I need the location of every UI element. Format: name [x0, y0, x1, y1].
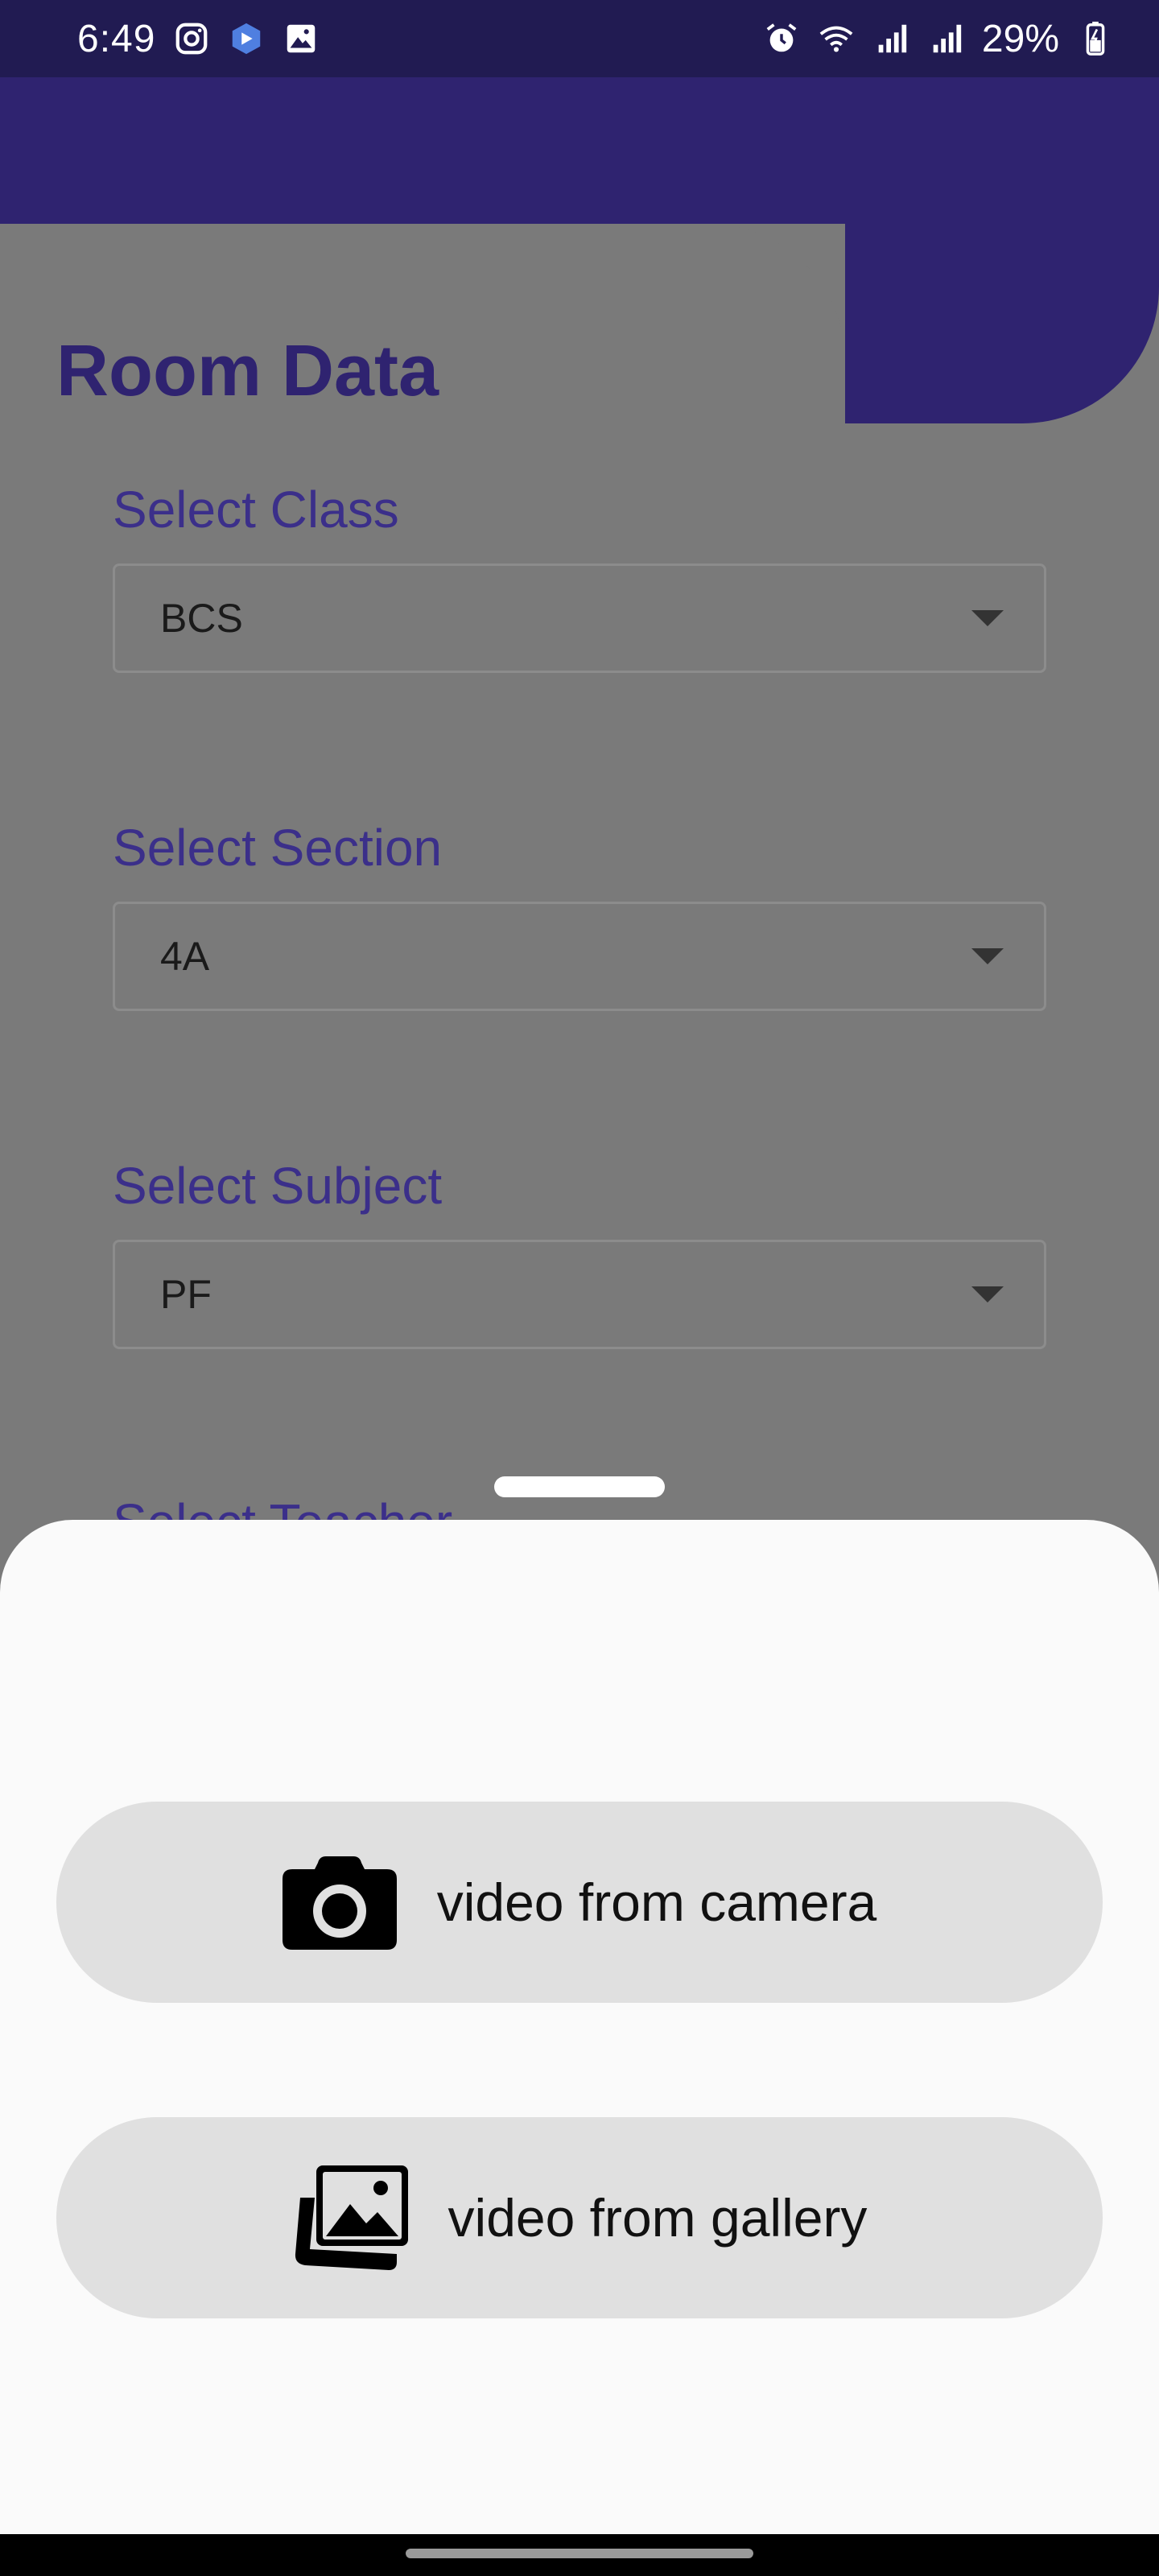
dropdown-arrow-icon: [971, 610, 1004, 626]
section-dropdown[interactable]: 4A: [113, 902, 1046, 1011]
dropdown-arrow-icon: [971, 948, 1004, 964]
wifi-icon: [819, 26, 853, 52]
section-label: Select Section: [113, 819, 443, 877]
video-from-gallery-label: video from gallery: [448, 2188, 868, 2248]
sheet-drag-handle[interactable]: [494, 1476, 665, 1497]
header-band: [0, 77, 1159, 224]
alarm-icon: [766, 23, 797, 52]
class-label: Select Class: [113, 481, 399, 539]
bottom-sheet: video from camera video from gallery: [0, 1520, 1159, 2534]
page-title: Room Data: [56, 331, 439, 411]
gallery-icon: [295, 2165, 408, 2270]
class-dropdown[interactable]: BCS: [113, 564, 1046, 673]
battery-percent: 29%: [981, 17, 1059, 60]
app-icon: [233, 23, 261, 55]
subject-dropdown[interactable]: PF: [113, 1240, 1046, 1349]
dropdown-arrow-icon: [971, 1286, 1004, 1302]
signal-icon: [878, 24, 907, 53]
signal-icon: [933, 24, 962, 53]
video-from-camera-label: video from camera: [436, 1872, 877, 1932]
home-gesture-handle[interactable]: [406, 2549, 753, 2558]
status-time: 6:49: [77, 17, 156, 60]
subject-dropdown-value: PF: [160, 1272, 212, 1317]
status-bar: 6:49 29%: [0, 0, 1159, 77]
video-from-gallery-button[interactable]: video from gallery: [56, 2117, 1103, 2318]
status-left: 6:49: [77, 17, 320, 61]
battery-icon: [1086, 21, 1105, 56]
video-from-camera-button[interactable]: video from camera: [56, 1802, 1103, 2003]
section-dropdown-value: 4A: [160, 934, 210, 979]
image-icon: [287, 24, 316, 53]
camera-icon: [282, 1856, 397, 1950]
class-dropdown-value: BCS: [160, 596, 243, 641]
subject-label: Select Subject: [113, 1157, 443, 1215]
instagram-icon: [176, 23, 208, 55]
status-right: 29%: [763, 17, 1114, 61]
